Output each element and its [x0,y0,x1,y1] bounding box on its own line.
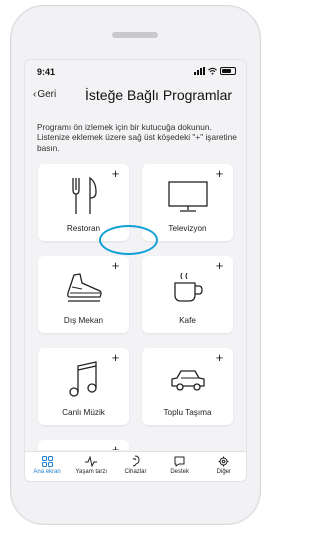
wifi-icon [208,67,217,75]
page-title: İsteğe Bağlı Programlar [85,87,233,103]
shoe-icon [66,273,102,302]
hearing-aid-icon [133,455,140,467]
tab-cihazlar[interactable]: Cihazlar [115,455,155,475]
program-tile-kafe[interactable]: + Kafe [142,256,233,333]
tv-icon [167,181,208,212]
chevron-left-icon: ‹ [33,89,37,100]
add-button-highlight [99,225,158,255]
pulse-icon [85,455,98,467]
program-tile-canli-muzik[interactable]: + Canlı Müzik [38,348,129,425]
program-label: Kafe [179,316,196,325]
grid-icon [41,455,53,467]
tab-bar: Ana ekran Yaşam tarzı Cihazlar Destek Di… [25,451,246,481]
tab-label: Destek [170,469,189,475]
tab-label: Ana ekran [33,469,61,475]
program-grid: + Restoran + Televizyon + Dış Mekan + Ka… [25,164,246,450]
instructions-text: Programı ön izlemek için bir kutucuğa do… [37,122,237,153]
battery-icon [220,67,236,75]
program-label: Dış Mekan [63,316,104,325]
tab-label: Yaşam tarzı [75,469,108,475]
tab-destek[interactable]: Destek [160,455,200,475]
restaurant-icon [71,176,97,214]
status-time: 9:41 [37,67,56,77]
phone-speaker [112,32,158,38]
music-note-icon [68,361,97,397]
tab-yasam-tarzi[interactable]: Yaşam tarzı [71,455,111,475]
nav-bar: ‹ Geri İsteğe Bağlı Programlar [25,84,246,104]
program-label: Toplu Taşıma [163,408,212,417]
program-tile-dis-mekan[interactable]: + Dış Mekan [38,256,129,333]
program-tile-toplu-tasima[interactable]: + Toplu Taşıma [142,348,233,425]
car-icon [170,370,205,391]
back-button[interactable]: ‹ Geri [33,89,56,100]
tab-ana-ekran[interactable]: Ana ekran [27,455,67,475]
status-icons [194,67,236,75]
back-label: Geri [37,89,57,100]
program-tile-televizyon[interactable]: + Televizyon [142,164,233,241]
program-tile-partial[interactable]: + [38,440,129,450]
cup-icon [173,272,203,302]
status-bar: 9:41 [25,60,246,82]
signal-icon [194,67,205,75]
app-screen: 9:41 ‹ Geri İsteğe Bağlı Programlar Prog… [24,59,247,482]
chat-bubble-icon [174,456,185,466]
tab-label: Cihazlar [124,469,147,475]
program-label: Televizyon [168,224,207,233]
tab-label: Diğer [216,469,232,475]
program-label: Canlı Müzik [62,408,105,417]
gear-icon [218,456,229,466]
tab-diger[interactable]: Diğer [204,455,244,475]
add-icon[interactable]: + [108,443,123,450]
